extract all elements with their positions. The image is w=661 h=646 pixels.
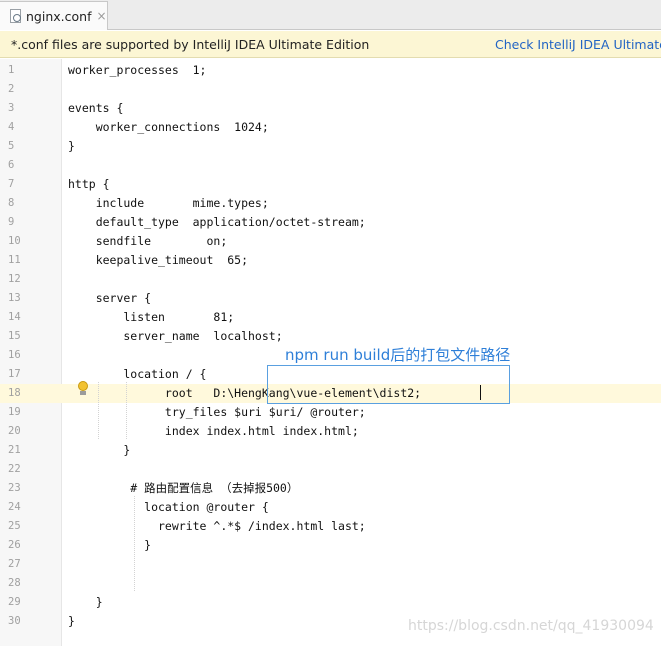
annotation-box xyxy=(267,365,510,404)
plugin-banner: *.conf files are supported by IntelliJ I… xyxy=(0,31,661,58)
code-line[interactable]: 29 } xyxy=(0,593,661,612)
config-file-icon xyxy=(9,9,21,23)
check-ultimate-link[interactable]: Check IntelliJ IDEA Ultimate E xyxy=(495,37,661,52)
close-icon[interactable]: × xyxy=(96,9,106,23)
code-line[interactable]: 8 include mime.types; xyxy=(0,194,661,213)
line-number: 8 xyxy=(8,197,15,209)
text-caret xyxy=(480,385,481,400)
code-line[interactable]: 26 } xyxy=(0,536,661,555)
code-line[interactable]: 21 } xyxy=(0,441,661,460)
code-text[interactable]: } xyxy=(68,137,75,156)
code-line[interactable]: 3 events { xyxy=(0,99,661,118)
indent-guide xyxy=(126,382,127,439)
code-text[interactable]: worker_connections 1024; xyxy=(68,118,269,137)
line-number: 15 xyxy=(8,330,21,342)
tab-label: nginx.conf xyxy=(26,8,92,24)
code-line[interactable]: 25 rewrite ^.*$ /index.html last; xyxy=(0,517,661,536)
line-number: 23 xyxy=(8,482,21,494)
line-number: 24 xyxy=(8,501,21,513)
code-text[interactable]: } xyxy=(68,593,103,612)
line-number: 2 xyxy=(8,83,15,95)
line-number: 7 xyxy=(8,178,15,190)
code-line[interactable]: 5} xyxy=(0,137,661,156)
code-text[interactable]: } xyxy=(68,441,130,460)
code-text[interactable]: location @router { xyxy=(68,498,269,517)
code-text[interactable]: listen 81; xyxy=(68,308,234,327)
line-number: 1 xyxy=(8,64,15,76)
line-number: 4 xyxy=(8,121,15,133)
code-line[interactable]: 24 location @router { xyxy=(0,498,661,517)
code-text[interactable]: sendfile on; xyxy=(68,232,228,251)
code-text[interactable]: # 路由配置信息 （去掉报500） xyxy=(68,479,298,498)
indent-guide xyxy=(98,382,99,439)
line-number: 3 xyxy=(8,102,15,114)
line-number: 18 xyxy=(8,387,21,399)
code-line[interactable]: 23 # 路由配置信息 （去掉报500） xyxy=(0,479,661,498)
line-number: 28 xyxy=(8,577,21,589)
code-line[interactable]: 1 worker_processes 1; xyxy=(0,61,661,80)
tab-nginx-conf[interactable]: nginx.conf × xyxy=(0,1,108,30)
line-number: 14 xyxy=(8,311,21,323)
line-number: 20 xyxy=(8,425,21,437)
line-number: 27 xyxy=(8,558,21,570)
code-line[interactable]: 20 index index.html index.html; xyxy=(0,422,661,441)
code-line[interactable]: 22 xyxy=(0,460,661,479)
code-text[interactable]: rewrite ^.*$ /index.html last; xyxy=(68,517,366,536)
code-line[interactable]: 10 sendfile on; xyxy=(0,232,661,251)
watermark: https://blog.csdn.net/qq_41930094 xyxy=(408,618,654,634)
code-text[interactable]: server_name localhost; xyxy=(68,327,282,346)
line-number: 17 xyxy=(8,368,21,380)
code-text[interactable]: include mime.types; xyxy=(68,194,269,213)
code-line[interactable]: 12 xyxy=(0,270,661,289)
code-line[interactable]: 19 try_files $uri $uri/ @router; xyxy=(0,403,661,422)
line-number: 26 xyxy=(8,539,21,551)
line-number: 10 xyxy=(8,235,21,247)
code-text[interactable]: http { xyxy=(68,175,110,194)
annotation-text: npm run build后的打包文件路径 xyxy=(285,346,511,364)
line-number: 29 xyxy=(8,596,21,608)
code-text[interactable]: server { xyxy=(68,289,151,308)
code-text[interactable]: index index.html index.html; xyxy=(68,422,359,441)
banner-message: *.conf files are supported by IntelliJ I… xyxy=(11,37,370,52)
indent-guide xyxy=(134,496,135,591)
line-number: 12 xyxy=(8,273,21,285)
line-number: 5 xyxy=(8,140,15,152)
code-line[interactable]: 7 http { xyxy=(0,175,661,194)
code-line[interactable]: 2 xyxy=(0,80,661,99)
code-text[interactable]: events { xyxy=(68,99,123,118)
code-line[interactable]: 27 xyxy=(0,555,661,574)
code-line[interactable]: 6 xyxy=(0,156,661,175)
lightbulb-icon[interactable] xyxy=(77,381,89,397)
line-number: 16 xyxy=(8,349,21,361)
line-number: 21 xyxy=(8,444,21,456)
line-number: 9 xyxy=(8,216,15,228)
code-text[interactable]: try_files $uri $uri/ @router; xyxy=(68,403,366,422)
code-line[interactable]: 14 listen 81; xyxy=(0,308,661,327)
line-number: 30 xyxy=(8,615,21,627)
code-line[interactable]: 4 worker_connections 1024; xyxy=(0,118,661,137)
line-number: 25 xyxy=(8,520,21,532)
code-text[interactable]: } xyxy=(68,536,151,555)
line-number: 19 xyxy=(8,406,21,418)
editor-tab-bar: nginx.conf × xyxy=(0,0,661,30)
code-text[interactable]: worker_processes 1; xyxy=(68,61,206,80)
code-text[interactable]: default_type application/octet-stream; xyxy=(68,213,366,232)
code-line[interactable]: 28 xyxy=(0,574,661,593)
line-number: 13 xyxy=(8,292,21,304)
code-line[interactable]: 13 server { xyxy=(0,289,661,308)
code-line[interactable]: 11 keepalive_timeout 65; xyxy=(0,251,661,270)
line-number: 22 xyxy=(8,463,21,475)
code-text[interactable]: } xyxy=(68,612,75,631)
code-text[interactable]: keepalive_timeout 65; xyxy=(68,251,248,270)
line-number: 11 xyxy=(8,254,21,266)
line-number: 6 xyxy=(8,159,15,171)
code-line[interactable]: 9 default_type application/octet-stream; xyxy=(0,213,661,232)
